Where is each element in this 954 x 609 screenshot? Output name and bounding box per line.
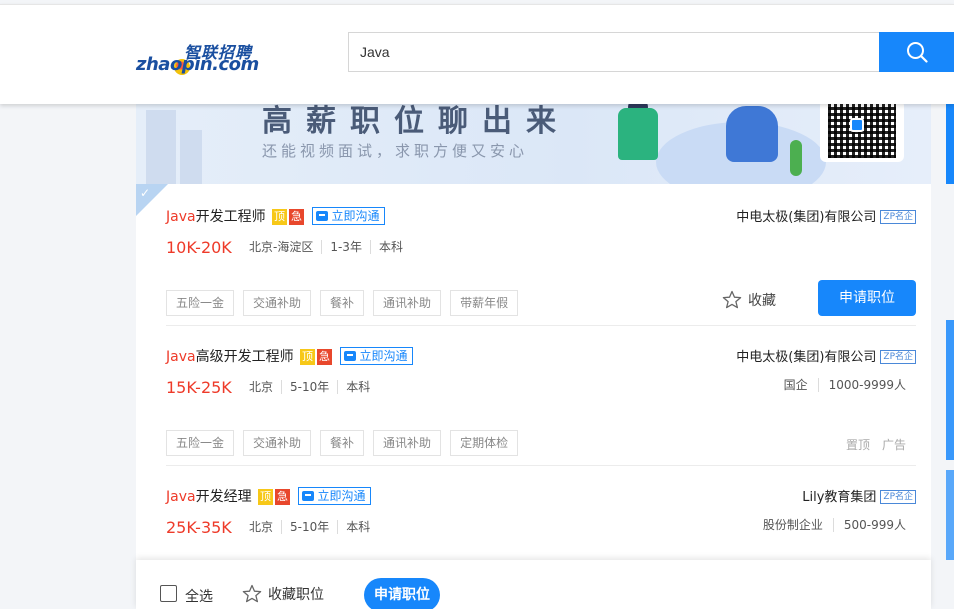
job-location: 北京-海淀区 xyxy=(249,240,314,254)
ad-info: 置顶 广告 xyxy=(834,436,906,453)
company-name[interactable]: 中电太极(集团)有限公司 ZP名企 xyxy=(736,346,916,365)
job-title[interactable]: Java开发工程师 顶急 立即沟通 xyxy=(166,206,385,226)
welfare-tag: 餐补 xyxy=(320,290,365,316)
logo-en-text: zhaopin.com xyxy=(136,54,259,75)
job-location: 北京 xyxy=(249,520,274,534)
building-illustration xyxy=(146,110,176,184)
urgent-tag: 急 xyxy=(289,209,305,225)
qr-code xyxy=(820,100,904,162)
favorite-positions-button[interactable]: 收藏职位 xyxy=(242,584,324,604)
company-name[interactable]: 中电太极(集团)有限公司 ZP名企 xyxy=(736,206,916,225)
chat-now-button[interactable]: 立即沟通 xyxy=(340,347,413,365)
top-header: 智联招聘 zhaopin.com Java xyxy=(0,4,954,104)
divider xyxy=(166,325,916,326)
job-meta: 北京-海淀区 1-3年 本科 xyxy=(249,240,411,254)
job-location: 北京 xyxy=(249,380,274,394)
job-meta: 北京 5-10年 本科 xyxy=(249,380,378,394)
salary: 10K-20K xyxy=(166,238,232,257)
company-name[interactable]: Lily教育集团 ZP名企 xyxy=(802,486,916,505)
favorite-button[interactable]: 收藏 xyxy=(722,290,776,310)
search-button[interactable] xyxy=(879,32,954,72)
banner-subtitle: 还能视频面试，求职方便又安心 xyxy=(262,142,529,160)
welfare-tags: 五险一金 交通补助 餐补 通讯补助 带薪年假 xyxy=(166,290,527,316)
famous-company-badge: ZP名企 xyxy=(880,490,916,504)
apply-button[interactable]: 申请职位 xyxy=(818,280,916,316)
welfare-tag: 五险一金 xyxy=(166,290,235,316)
top-tag: 顶 xyxy=(258,489,274,505)
check-icon: ✓ xyxy=(140,186,151,200)
welfare-tag: 交通补助 xyxy=(243,430,312,456)
pinned-label: 置顶 xyxy=(845,438,870,452)
top-tag: 顶 xyxy=(300,349,316,365)
urgent-tag: 急 xyxy=(317,349,333,365)
welfare-tag: 交通补助 xyxy=(243,290,312,316)
zhaopin-logo[interactable]: 智联招聘 zhaopin.com xyxy=(136,39,260,87)
job-title[interactable]: Java高级开发工程师 顶急 立即沟通 xyxy=(166,346,413,366)
search-icon xyxy=(907,42,928,63)
company-meta: 国企 1000-9999人 xyxy=(774,378,906,392)
star-icon xyxy=(722,290,742,309)
urgent-tag: 急 xyxy=(275,489,291,505)
chat-icon xyxy=(316,211,329,221)
welfare-tag: 通讯补助 xyxy=(373,290,442,316)
promo-banner[interactable]: 高薪职位聊出来 还能视频面试，求职方便又安心 xyxy=(136,100,931,184)
job-education: 本科 xyxy=(337,380,378,394)
job-experience: 1-3年 xyxy=(321,240,370,254)
welfare-tag: 通讯补助 xyxy=(373,430,442,456)
plant-illustration xyxy=(790,140,802,176)
salary: 25K-35K xyxy=(166,518,232,537)
chat-icon xyxy=(344,351,357,361)
ad-label: 广告 xyxy=(881,438,906,452)
job-meta: 北京 5-10年 本科 xyxy=(249,520,378,534)
welfare-tag: 五险一金 xyxy=(166,430,235,456)
company-size: 1000-9999人 xyxy=(817,378,906,392)
famous-company-badge: ZP名企 xyxy=(880,210,916,224)
welfare-tag: 定期体检 xyxy=(450,430,519,456)
famous-company-badge: ZP名企 xyxy=(880,350,916,364)
company-size: 500-999人 xyxy=(832,518,906,532)
job-experience: 5-10年 xyxy=(281,380,337,394)
chat-now-button[interactable]: 立即沟通 xyxy=(298,487,371,505)
select-all-label[interactable]: 全选 xyxy=(185,586,213,606)
bottom-action-bar: 全选 收藏职位 申请职位 xyxy=(136,560,931,609)
job-card[interactable]: Java开发工程师 顶急 立即沟通 10K-20K 北京-海淀区 1-3年 本科… xyxy=(166,198,916,338)
right-edge-strip xyxy=(946,470,954,560)
company-type: 股份制企业 xyxy=(762,518,823,532)
bulk-apply-button[interactable]: 申请职位 xyxy=(364,578,440,609)
top-tag: 顶 xyxy=(272,209,288,225)
job-experience: 5-10年 xyxy=(281,520,337,534)
star-icon xyxy=(242,584,262,603)
job-title[interactable]: Java开发经理 顶急 立即沟通 xyxy=(166,486,371,506)
person-illustration xyxy=(726,106,778,162)
qr-logo-icon xyxy=(850,118,864,132)
company-meta: 股份制企业 500-999人 xyxy=(753,518,906,532)
job-education: 本科 xyxy=(369,240,411,254)
search-input[interactable]: Java xyxy=(348,32,880,72)
building-illustration xyxy=(180,130,202,184)
right-edge-strip xyxy=(946,100,954,184)
welfare-tag: 餐补 xyxy=(320,430,365,456)
divider xyxy=(166,465,916,466)
welfare-tag: 带薪年假 xyxy=(450,290,519,316)
job-card[interactable]: Java高级开发工程师 顶急 立即沟通 15K-25K 北京 5-10年 本科 … xyxy=(166,338,916,478)
right-edge-strip xyxy=(946,320,954,460)
chat-now-button[interactable]: 立即沟通 xyxy=(312,207,385,225)
salary: 15K-25K xyxy=(166,378,232,397)
company-type: 国企 xyxy=(783,378,808,392)
chat-icon xyxy=(302,491,315,501)
select-all-checkbox[interactable] xyxy=(160,585,177,602)
person-illustration xyxy=(618,108,658,160)
banner-slogan: 高薪职位聊出来 xyxy=(262,104,570,139)
job-education: 本科 xyxy=(337,520,378,534)
welfare-tags: 五险一金 交通补助 餐补 通讯补助 定期体检 xyxy=(166,430,527,456)
